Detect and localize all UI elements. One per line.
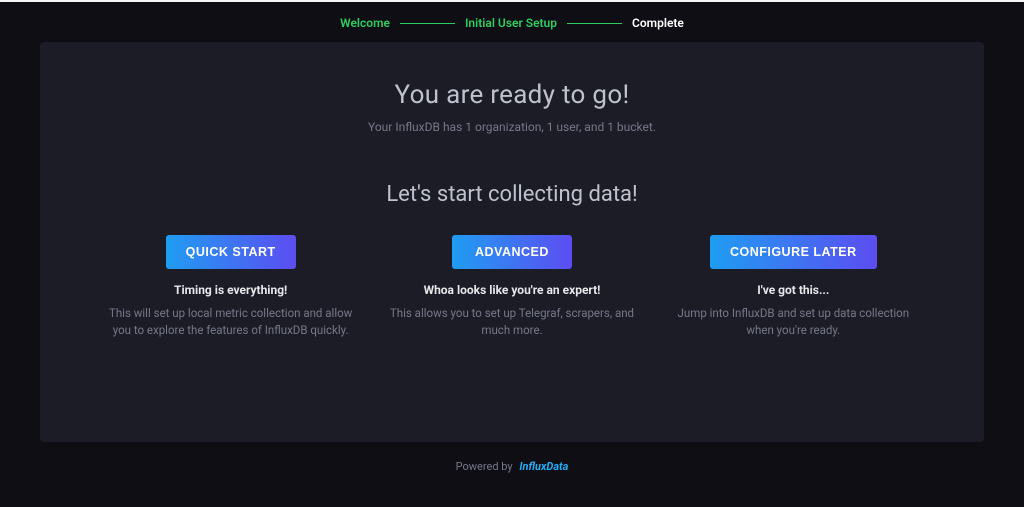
option-desc: Jump into InfluxDB and set up data colle… [663,305,923,340]
options-row: QUICK START Timing is everything! This w… [100,235,924,340]
option-desc: This will set up local metric collection… [101,305,361,340]
footer-prefix: Powered by [456,460,513,473]
option-configure-later: CONFIGURE LATER I've got this... Jump in… [663,235,924,340]
setup-complete-panel: You are ready to go! Your InfluxDB has 1… [40,42,984,442]
wizard-step-welcome[interactable]: Welcome [340,16,390,30]
quick-start-button[interactable]: QUICK START [166,235,296,269]
option-title: Whoa looks like you're an expert! [381,283,642,297]
footer-brand-link[interactable]: InfluxData [519,460,568,473]
option-desc: This allows you to set up Telegraf, scra… [382,305,642,340]
option-title: I've got this... [663,283,924,297]
advanced-button[interactable]: ADVANCED [452,235,572,269]
wizard-step-divider [400,23,455,24]
wizard-step-initial-user-setup[interactable]: Initial User Setup [465,16,557,30]
wizard-steps: Welcome Initial User Setup Complete [0,2,1024,42]
wizard-step-complete[interactable]: Complete [632,16,684,30]
option-advanced: ADVANCED Whoa looks like you're an exper… [381,235,642,340]
option-title: Timing is everything! [100,283,361,297]
configure-later-button[interactable]: CONFIGURE LATER [710,235,877,269]
page-headline: You are ready to go! [100,80,924,110]
page-subhead: Let's start collecting data! [100,182,924,207]
option-quick-start: QUICK START Timing is everything! This w… [100,235,361,340]
page-subtext: Your InfluxDB has 1 organization, 1 user… [100,120,924,134]
wizard-step-divider [567,23,622,24]
footer: Powered by InfluxData [0,442,1024,473]
